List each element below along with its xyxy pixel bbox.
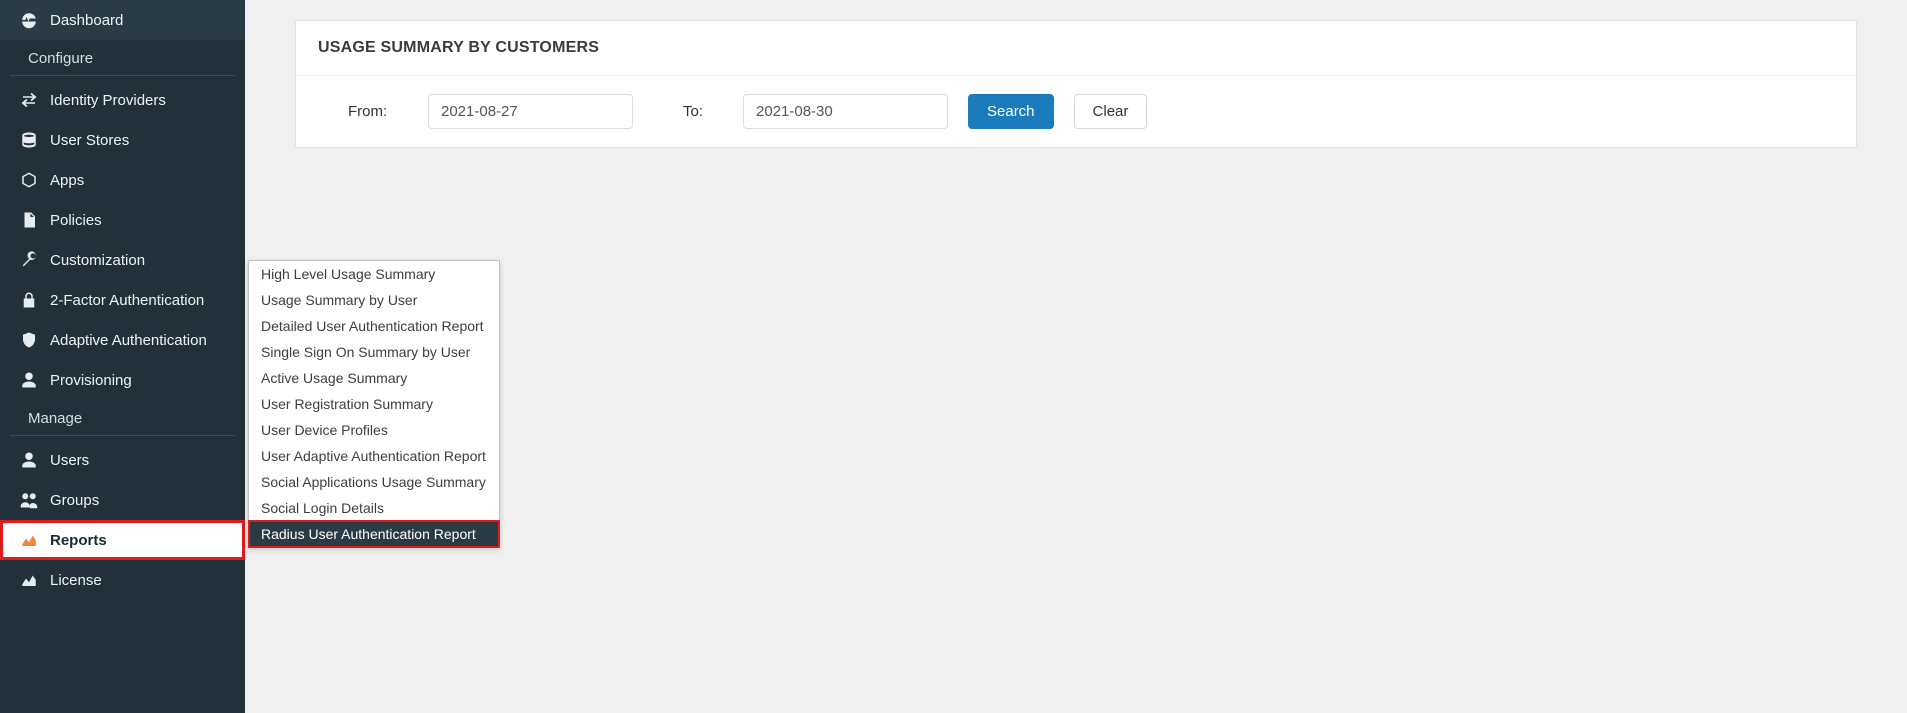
sidebar-item-label: Identity Providers [50,92,166,109]
sidebar-item-label: Dashboard [50,12,123,29]
area-chart-icon [18,531,40,549]
sidebar-item-provisioning[interactable]: Provisioning [0,360,245,400]
exchange-icon [18,91,40,109]
to-date-input[interactable] [743,94,948,129]
from-date-input[interactable] [428,94,633,129]
sidebar: Dashboard Configure Identity Providers U… [0,0,245,713]
sidebar-item-apps[interactable]: Apps [0,160,245,200]
sidebar-item-license[interactable]: License [0,560,245,600]
submenu-item-social-login-details[interactable]: Social Login Details [249,495,499,521]
sidebar-section-manage: Manage [10,402,235,436]
to-label: To: [683,103,723,120]
sidebar-item-policies[interactable]: Policies [0,200,245,240]
database-icon [18,131,40,149]
sidebar-item-label: Groups [50,492,99,509]
sidebar-item-label: User Stores [50,132,129,149]
submenu-item-user-adaptive-auth[interactable]: User Adaptive Authentication Report [249,443,499,469]
panel-title: USAGE SUMMARY BY CUSTOMERS [296,21,1856,76]
sidebar-item-label: Policies [50,212,102,229]
wrench-icon [18,251,40,269]
submenu-item-detailed-user-auth[interactable]: Detailed User Authentication Report [249,313,499,339]
sidebar-item-label: Adaptive Authentication [50,332,207,349]
submenu-item-social-apps-usage[interactable]: Social Applications Usage Summary [249,469,499,495]
main-content: USAGE SUMMARY BY CUSTOMERS From: To: Sea… [245,0,1907,168]
sidebar-item-2fa[interactable]: 2-Factor Authentication [0,280,245,320]
sidebar-item-adaptive-auth[interactable]: Adaptive Authentication [0,320,245,360]
lock-icon [18,291,40,309]
sidebar-item-users[interactable]: Users [0,440,245,480]
area-chart-icon [18,571,40,589]
sidebar-item-identity-providers[interactable]: Identity Providers [0,80,245,120]
sidebar-item-label: Apps [50,172,84,189]
user-icon [18,451,40,469]
cube-icon [18,171,40,189]
panel-body: From: To: Search Clear [296,76,1856,147]
submenu-item-radius-user-auth[interactable]: Radius User Authentication Report [249,521,499,547]
dashboard-icon [18,11,40,29]
sidebar-item-customization[interactable]: Customization [0,240,245,280]
submenu-item-user-device-profiles[interactable]: User Device Profiles [249,417,499,443]
document-icon [18,211,40,229]
sidebar-item-groups[interactable]: Groups [0,480,245,520]
sidebar-item-user-stores[interactable]: User Stores [0,120,245,160]
shield-icon [18,331,40,349]
usage-summary-panel: USAGE SUMMARY BY CUSTOMERS From: To: Sea… [295,20,1857,148]
reports-submenu: High Level Usage Summary Usage Summary b… [248,260,500,548]
sidebar-item-label: Customization [50,252,145,269]
submenu-item-high-level-usage[interactable]: High Level Usage Summary [249,261,499,287]
search-button[interactable]: Search [968,94,1054,129]
submenu-item-usage-by-user[interactable]: Usage Summary by User [249,287,499,313]
sidebar-item-label: License [50,572,102,589]
sidebar-item-label: Reports [50,532,107,549]
users-icon [18,491,40,509]
submenu-item-user-registration[interactable]: User Registration Summary [249,391,499,417]
submenu-item-active-usage[interactable]: Active Usage Summary [249,365,499,391]
user-icon [18,371,40,389]
sidebar-item-dashboard[interactable]: Dashboard [0,0,245,40]
submenu-item-sso-summary[interactable]: Single Sign On Summary by User [249,339,499,365]
sidebar-item-label: Users [50,452,89,469]
sidebar-item-label: Provisioning [50,372,132,389]
clear-button[interactable]: Clear [1074,94,1148,129]
sidebar-item-label: 2-Factor Authentication [50,292,204,309]
sidebar-item-reports[interactable]: Reports [0,520,245,560]
sidebar-section-configure: Configure [10,42,235,76]
from-label: From: [348,103,408,120]
